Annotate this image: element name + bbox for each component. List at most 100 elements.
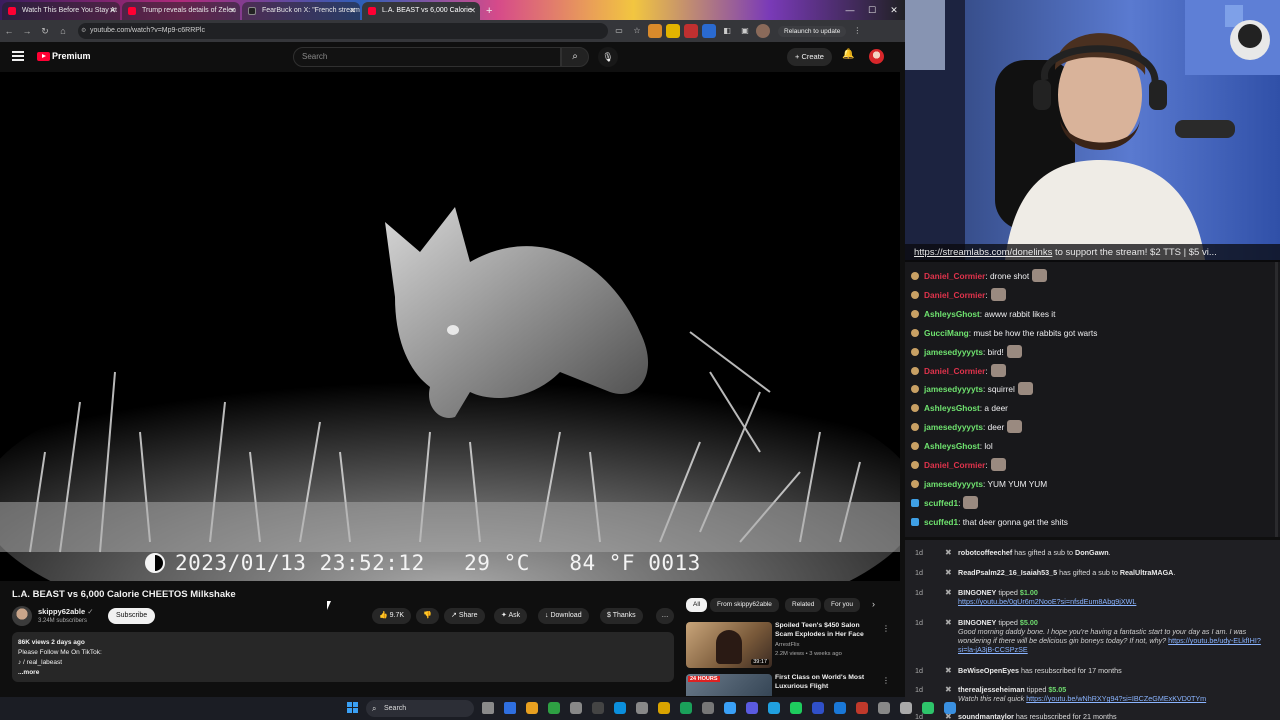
- event-username[interactable]: ReadPsalm22_16_Isaiah53_5: [958, 568, 1057, 577]
- new-tab-button[interactable]: +: [486, 2, 492, 20]
- browser-tab[interactable]: FearBuck on X: "French stream ✕: [242, 2, 360, 20]
- video-thumbnail[interactable]: 39:17: [686, 622, 772, 668]
- taskbar-app-icon[interactable]: [526, 702, 538, 714]
- chat-scrollbar[interactable]: [1275, 262, 1278, 537]
- chat-username[interactable]: jamesedyyyyts: [924, 422, 983, 432]
- extension-icon[interactable]: [666, 24, 680, 38]
- show-more-link[interactable]: ...more: [18, 668, 668, 678]
- taskbar-app-icon[interactable]: [878, 702, 890, 714]
- taskbar-app-icon[interactable]: [548, 702, 560, 714]
- bookmark-star-icon[interactable]: ☆: [630, 24, 644, 38]
- close-tab-icon[interactable]: ✕: [349, 2, 356, 20]
- chat-username[interactable]: Daniel_Cormier: [924, 460, 985, 470]
- event-mute-icon[interactable]: ✖: [945, 666, 952, 675]
- forward-icon[interactable]: →: [18, 26, 36, 36]
- event-mute-icon[interactable]: ✖: [945, 685, 952, 694]
- browser-tab-active[interactable]: L.A. BEAST vs 6,000 Calorie ✕: [362, 2, 480, 20]
- chat-username[interactable]: AshleysGhost: [924, 441, 980, 451]
- taskbar-app-icon[interactable]: [658, 702, 670, 714]
- taskbar-app-icon[interactable]: [922, 702, 934, 714]
- taskbar-app-icon[interactable]: [636, 702, 648, 714]
- taskbar-search[interactable]: ⌕ Search: [366, 700, 474, 717]
- voice-search-button[interactable]: 🎙: [598, 47, 618, 67]
- chat-username[interactable]: scuffed1: [924, 517, 958, 527]
- taskbar-app-icon[interactable]: [944, 702, 956, 714]
- taskbar-app-icon[interactable]: [834, 702, 846, 714]
- taskbar-app-icon[interactable]: [592, 702, 604, 714]
- chip-from-channel[interactable]: From skippy62able: [710, 598, 779, 612]
- extension-icon[interactable]: [648, 24, 662, 38]
- event-recipient[interactable]: RealUltraMAGA: [1120, 568, 1174, 577]
- event-username[interactable]: BINGONEY: [958, 588, 996, 597]
- install-icon[interactable]: ▭: [612, 24, 626, 38]
- dislike-button[interactable]: 👎: [416, 608, 439, 624]
- menu-kebab-icon[interactable]: ⋮: [850, 24, 864, 38]
- chat-username[interactable]: Daniel_Cormier: [924, 366, 985, 376]
- recommended-video[interactable]: 39:17 Spoiled Teen's $450 Salon Scam Exp…: [686, 622, 891, 672]
- minimize-icon[interactable]: —: [839, 0, 861, 20]
- taskbar-app-icon[interactable]: [812, 702, 824, 714]
- chat-username[interactable]: jamesedyyyyts: [924, 347, 983, 357]
- chat-username[interactable]: Daniel_Cormier: [924, 271, 985, 281]
- maximize-icon[interactable]: ☐: [861, 0, 883, 20]
- ask-button[interactable]: ✦ Ask: [494, 608, 528, 624]
- reload-icon[interactable]: ↻: [36, 26, 54, 37]
- account-avatar[interactable]: [869, 49, 884, 64]
- more-actions-icon[interactable]: …: [656, 608, 674, 624]
- event-username[interactable]: BeWiseOpenEyes: [958, 666, 1019, 675]
- event-username[interactable]: soundmantaylor: [958, 712, 1014, 720]
- menu-icon[interactable]: [12, 51, 24, 61]
- description-box[interactable]: 86K views 2 days ago Please Follow Me On…: [12, 632, 674, 682]
- extensions-puzzle-icon[interactable]: ◧: [720, 24, 734, 38]
- home-icon[interactable]: ⌂: [54, 26, 72, 36]
- taskbar-app-icon[interactable]: [768, 702, 780, 714]
- donation-link[interactable]: https://streamlabs.com/donelinks: [914, 247, 1052, 258]
- chip-related[interactable]: Related: [785, 598, 822, 612]
- taskbar-app-icon[interactable]: [570, 702, 582, 714]
- channel-name[interactable]: skippy62able ✓: [38, 607, 94, 616]
- notifications-bell-icon[interactable]: 🔔: [842, 49, 854, 60]
- taskbar-app-icon[interactable]: [504, 702, 516, 714]
- url-bar[interactable]: ⚙ youtube.com/watch?v=Mp9-c6RRPlc: [78, 23, 608, 39]
- chevron-right-icon[interactable]: ›: [872, 599, 875, 609]
- tip-link[interactable]: https://youtu.be/0gUr6m2NooE?si=nfsdEum8…: [958, 597, 1136, 606]
- tip-link[interactable]: https://youtu.be/wNhRXYg94?si=IBCZeGMExK…: [1026, 694, 1206, 703]
- browser-tab[interactable]: Watch This Before You Stay At ✕: [2, 2, 120, 20]
- more-options-icon[interactable]: ⋮: [882, 624, 890, 633]
- chat-username[interactable]: GucciMang: [924, 328, 969, 338]
- taskbar-app-icon[interactable]: [482, 702, 494, 714]
- chat-username[interactable]: Daniel_Cormier: [924, 290, 985, 300]
- close-tab-icon[interactable]: ✕: [229, 2, 236, 20]
- share-button[interactable]: ↗ Share: [444, 608, 485, 624]
- create-button[interactable]: + Create: [787, 48, 832, 66]
- chat-username[interactable]: jamesedyyyyts: [924, 384, 983, 394]
- extension-icon[interactable]: [684, 24, 698, 38]
- close-tab-icon[interactable]: ✕: [109, 2, 116, 20]
- tiktok-link[interactable]: ♪ / real_labeast: [18, 658, 668, 668]
- more-options-icon[interactable]: ⋮: [882, 676, 890, 685]
- search-input[interactable]: Search: [293, 47, 561, 67]
- cast-icon[interactable]: ▣: [738, 24, 752, 38]
- close-window-icon[interactable]: ✕: [883, 0, 905, 20]
- start-windows-icon[interactable]: [347, 702, 359, 714]
- chat-username[interactable]: AshleysGhost: [924, 403, 980, 413]
- chat-username[interactable]: AshleysGhost: [924, 309, 980, 319]
- chat-username[interactable]: jamesedyyyyts: [924, 479, 983, 489]
- event-username[interactable]: robotcoffeechef: [958, 548, 1012, 557]
- site-info-icon[interactable]: ⚙: [81, 23, 86, 39]
- subscribe-button[interactable]: Subscribe: [108, 608, 156, 624]
- taskbar-app-icon[interactable]: [724, 702, 736, 714]
- video-thumbnail[interactable]: 24 HOURS: [686, 674, 772, 696]
- chip-all[interactable]: All: [686, 598, 708, 612]
- close-tab-icon[interactable]: ✕: [469, 2, 476, 20]
- taskbar-app-icon[interactable]: [900, 702, 912, 714]
- event-mute-icon[interactable]: ✖: [945, 588, 952, 597]
- back-icon[interactable]: ←: [0, 26, 18, 36]
- browser-tab[interactable]: Trump reveals details of Zelen ✕: [122, 2, 240, 20]
- profile-icon[interactable]: [756, 24, 770, 38]
- taskbar-app-icon[interactable]: [856, 702, 868, 714]
- relaunch-button[interactable]: Relaunch to update: [778, 25, 847, 37]
- taskbar-app-icon[interactable]: [680, 702, 692, 714]
- video-player[interactable]: 2023/01/13 23:52:12 29 °C 84 °F 0013: [0, 72, 900, 581]
- recommended-video[interactable]: 24 HOURS First Class on World's Most Lux…: [686, 674, 891, 696]
